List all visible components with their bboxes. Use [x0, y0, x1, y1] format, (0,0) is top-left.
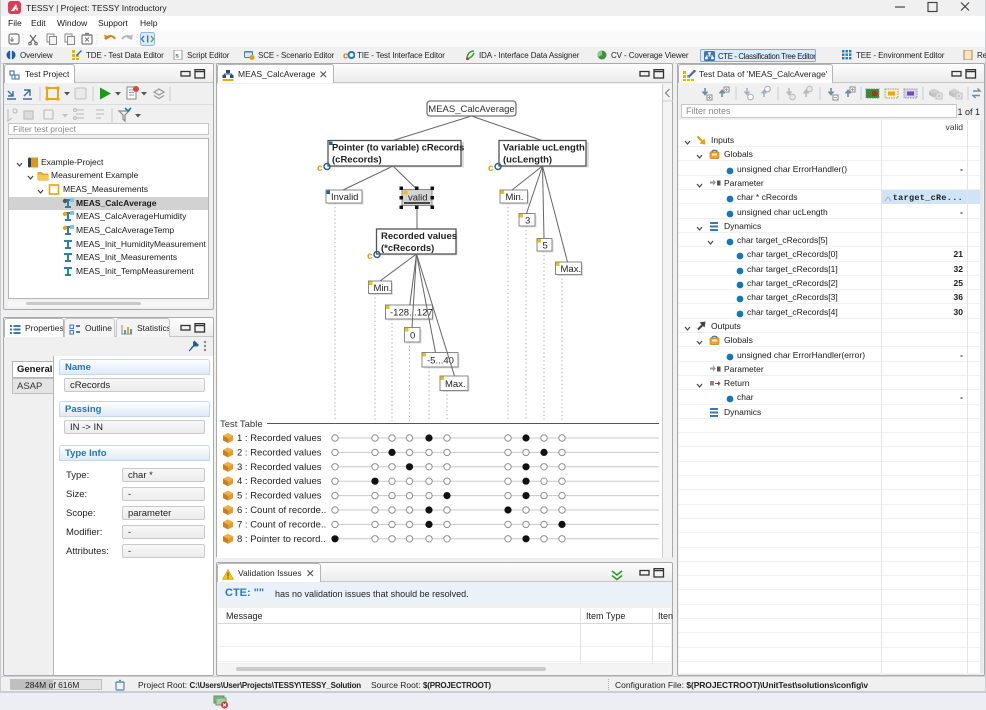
svg-text:Max.: Max.	[561, 264, 582, 275]
svg-text:Max.: Max.	[445, 379, 466, 390]
svg-text:7 : Count of recorde..: 7 : Count of recorde..	[237, 519, 326, 530]
svg-text:Min.: Min.	[374, 283, 392, 294]
svg-text:Min.: Min.	[506, 192, 524, 203]
svg-text:Test Table: Test Table	[220, 419, 263, 430]
svg-text:0: 0	[410, 331, 415, 342]
svg-text:-128...127: -128...127	[390, 308, 433, 319]
svg-text:5 : Recorded values: 5 : Recorded values	[237, 491, 322, 502]
svg-text:4 : Recorded values: 4 : Recorded values	[237, 476, 322, 487]
svg-text:(cRecords): (cRecords)	[332, 155, 382, 166]
svg-text:(*cRecords): (*cRecords)	[381, 243, 434, 254]
svg-text:8 : Pointer to record..: 8 : Pointer to record..	[237, 534, 326, 545]
svg-text:c: c	[343, 51, 348, 61]
svg-text:Variable ucLength: Variable ucLength	[503, 143, 585, 154]
svg-text:c: c	[367, 251, 373, 262]
svg-text:c: c	[317, 163, 323, 174]
svg-text:Pointer (to variable) cRecords: Pointer (to variable) cRecords	[332, 143, 464, 154]
svg-text:(ucLength): (ucLength)	[503, 155, 552, 166]
svg-text:Recorded values: Recorded values	[381, 231, 457, 242]
svg-text:valid: valid	[408, 193, 428, 204]
svg-text:MEAS_CalcAverage: MEAS_CalcAverage	[428, 104, 514, 115]
svg-text:6 : Count of recorde..: 6 : Count of recorde..	[237, 505, 326, 516]
svg-text:c: c	[488, 163, 494, 174]
svg-text:Invalid: Invalid	[331, 192, 358, 203]
svg-text:1 : Recorded values: 1 : Recorded values	[237, 433, 322, 444]
svg-text:5: 5	[543, 241, 548, 252]
svg-text:3: 3	[525, 216, 530, 227]
svg-text:3 : Recorded values: 3 : Recorded values	[237, 462, 322, 473]
svg-text:2 : Recorded values: 2 : Recorded values	[237, 447, 322, 458]
svg-text:s: s	[175, 53, 179, 60]
